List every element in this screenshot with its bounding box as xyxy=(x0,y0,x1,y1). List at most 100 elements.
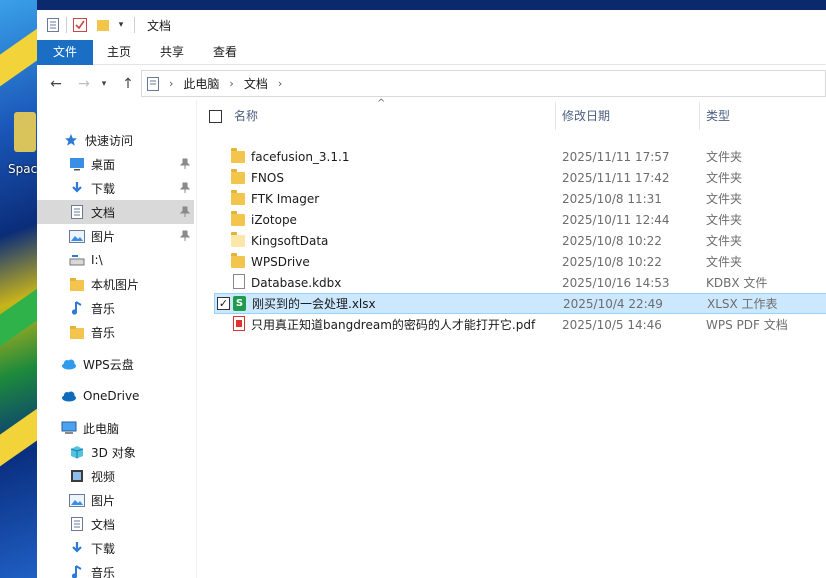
sidebar-item[interactable]: 下载 xyxy=(37,536,194,560)
sidebar-item-label: 3D 对象 xyxy=(91,445,136,460)
tab-home[interactable]: 主页 xyxy=(99,40,139,65)
cloud-icon xyxy=(61,356,77,372)
sidebar-item[interactable]: 音乐 xyxy=(37,320,194,344)
desktop-shortcut-label[interactable]: Spac xyxy=(8,162,37,176)
properties-icon[interactable] xyxy=(46,17,60,33)
sidebar-item[interactable]: 视频 xyxy=(37,464,194,488)
sidebar-item[interactable]: 本机图片 xyxy=(37,272,194,296)
folder-icon xyxy=(69,324,85,340)
checkmark-icon[interactable] xyxy=(73,17,87,33)
back-button[interactable]: ← xyxy=(47,76,65,92)
sidebar-item[interactable]: 文档 xyxy=(37,200,194,224)
up-button[interactable]: ↑ xyxy=(119,76,137,92)
file-type: 文件夹 xyxy=(706,213,743,227)
sidebar-item[interactable]: 3D 对象 xyxy=(37,440,194,464)
file-date: 2025/10/4 22:49 xyxy=(563,296,663,311)
file-date: 2025/10/5 14:46 xyxy=(562,317,662,332)
sidebar-item-label: 音乐 xyxy=(91,325,116,340)
recent-locations-chevron-icon[interactable]: ▾ xyxy=(95,79,113,89)
tab-file[interactable]: 文件 xyxy=(37,40,93,65)
sidebar-item[interactable]: I:\ xyxy=(37,248,194,272)
column-header-name[interactable]: 名称 xyxy=(234,104,258,128)
file-name[interactable]: WPSDrive xyxy=(251,255,310,269)
breadcrumb-documents[interactable]: 文档 xyxy=(244,75,268,92)
file-type: KDBX 文件 xyxy=(706,276,768,290)
computer-icon xyxy=(61,420,77,436)
file-row[interactable]: iZotope 2025/10/11 12:44 文件夹 xyxy=(224,209,826,230)
music-icon xyxy=(69,300,85,316)
file-row[interactable]: facefusion_3.1.1 2025/11/11 17:57 文件夹 xyxy=(224,146,826,167)
sidebar-item[interactable]: 桌面 xyxy=(37,152,194,176)
breadcrumb-chevron-icon[interactable]: › xyxy=(229,77,233,90)
sort-ascending-icon: ^ xyxy=(377,98,386,109)
breadcrumb-chevron-icon[interactable]: › xyxy=(278,77,282,90)
toolbar-separator xyxy=(66,17,67,33)
download-icon xyxy=(69,540,85,556)
pin-icon[interactable] xyxy=(179,182,191,194)
desktop-shortcut-icon[interactable] xyxy=(14,112,36,152)
breadcrumb-this-pc[interactable]: 此电脑 xyxy=(183,75,219,92)
file-row[interactable]: KingsoftData 2025/10/8 10:22 文件夹 xyxy=(224,230,826,251)
breadcrumb-chevron-icon[interactable]: › xyxy=(169,77,173,90)
file-row[interactable]: FNOS 2025/11/11 17:42 文件夹 xyxy=(224,167,826,188)
file-row[interactable]: ✓ S 刚买到的一会处理.xlsx 2025/10/4 22:49 XLSX 工作表 xyxy=(214,293,826,314)
sidebar-item-label: 桌面 xyxy=(91,157,116,172)
file-name[interactable]: Database.kdbx xyxy=(251,276,341,290)
navigation-pane: 快速访问 桌面 下载 文档 图片 I:\ 本机图片 音乐 音乐 WPS云盘 OneDrive 此电脑 3… xyxy=(37,100,196,578)
tab-view[interactable]: 查看 xyxy=(205,40,245,65)
pin-icon[interactable] xyxy=(179,206,191,218)
picture-icon xyxy=(69,228,85,244)
file-row[interactable]: FTK Imager 2025/10/8 11:31 文件夹 xyxy=(224,188,826,209)
sidebar-item[interactable]: 图片 xyxy=(37,488,194,512)
column-header-date[interactable]: 修改日期 xyxy=(562,104,610,128)
sidebar-item[interactable]: OneDrive xyxy=(37,384,194,408)
folder-icon xyxy=(231,253,247,269)
explorer-window: ▾ 文档 文件 主页 共享 查看 ← → ▾ ↑ › 此电脑 › 文档 › 快速… xyxy=(37,10,826,578)
drive-icon xyxy=(69,252,85,268)
file-name[interactable]: 刚买到的一会处理.xlsx xyxy=(252,295,376,312)
file-name[interactable]: FNOS xyxy=(251,171,284,185)
chevron-down-icon[interactable]: ▾ xyxy=(114,17,128,33)
column-header-type[interactable]: 类型 xyxy=(706,104,730,128)
column-divider[interactable] xyxy=(555,102,556,130)
pin-icon[interactable] xyxy=(179,158,191,170)
sidebar-item-label: 下载 xyxy=(91,181,116,196)
row-checkbox[interactable]: ✓ xyxy=(217,297,230,310)
select-all-checkbox[interactable] xyxy=(209,110,222,123)
file-row[interactable]: 只用真正知道bangdream的密码的人才能打开它.pdf 2025/10/5 1… xyxy=(224,314,826,335)
sidebar-item-label: 图片 xyxy=(91,229,116,244)
sidebar-item[interactable]: 音乐 xyxy=(37,296,194,320)
file-row[interactable]: Database.kdbx 2025/10/16 14:53 KDBX 文件 xyxy=(224,272,826,293)
file-name[interactable]: FTK Imager xyxy=(251,192,319,206)
folder-icon xyxy=(231,190,247,206)
file-date: 2025/10/8 11:31 xyxy=(562,191,662,206)
desktop-icon xyxy=(69,156,85,172)
tab-share[interactable]: 共享 xyxy=(152,40,192,65)
address-bar[interactable]: › 此电脑 › 文档 › xyxy=(141,70,826,97)
sidebar-item[interactable]: 此电脑 xyxy=(37,416,194,440)
document-icon xyxy=(147,76,159,91)
file-type: 文件夹 xyxy=(706,255,743,269)
folder-icon xyxy=(231,232,247,248)
file-name[interactable]: KingsoftData xyxy=(251,234,328,248)
sidebar-item[interactable]: 下载 xyxy=(37,176,194,200)
toolbar-separator xyxy=(134,17,135,33)
file-name[interactable]: 只用真正知道bangdream的密码的人才能打开它.pdf xyxy=(251,316,535,333)
sidebar-item[interactable]: 音乐 xyxy=(37,560,194,578)
ribbon-tabs: 文件 主页 共享 查看 xyxy=(37,40,826,65)
sidebar-item[interactable]: 图片 xyxy=(37,224,194,248)
column-divider[interactable] xyxy=(699,102,700,130)
new-folder-icon[interactable] xyxy=(96,17,110,33)
file-row[interactable]: WPSDrive 2025/10/8 10:22 文件夹 xyxy=(224,251,826,272)
document-icon xyxy=(69,516,85,532)
sidebar-item[interactable]: 快速访问 xyxy=(37,128,194,152)
sidebar-item[interactable]: WPS云盘 xyxy=(37,352,194,376)
file-type: 文件夹 xyxy=(706,234,743,248)
file-type: WPS PDF 文档 xyxy=(706,318,788,332)
window-title: 文档 xyxy=(147,18,172,33)
sidebar-item[interactable]: 文档 xyxy=(37,512,194,536)
forward-button[interactable]: → xyxy=(75,76,93,92)
file-name[interactable]: facefusion_3.1.1 xyxy=(251,150,349,164)
pin-icon[interactable] xyxy=(179,230,191,242)
file-name[interactable]: iZotope xyxy=(251,213,297,227)
